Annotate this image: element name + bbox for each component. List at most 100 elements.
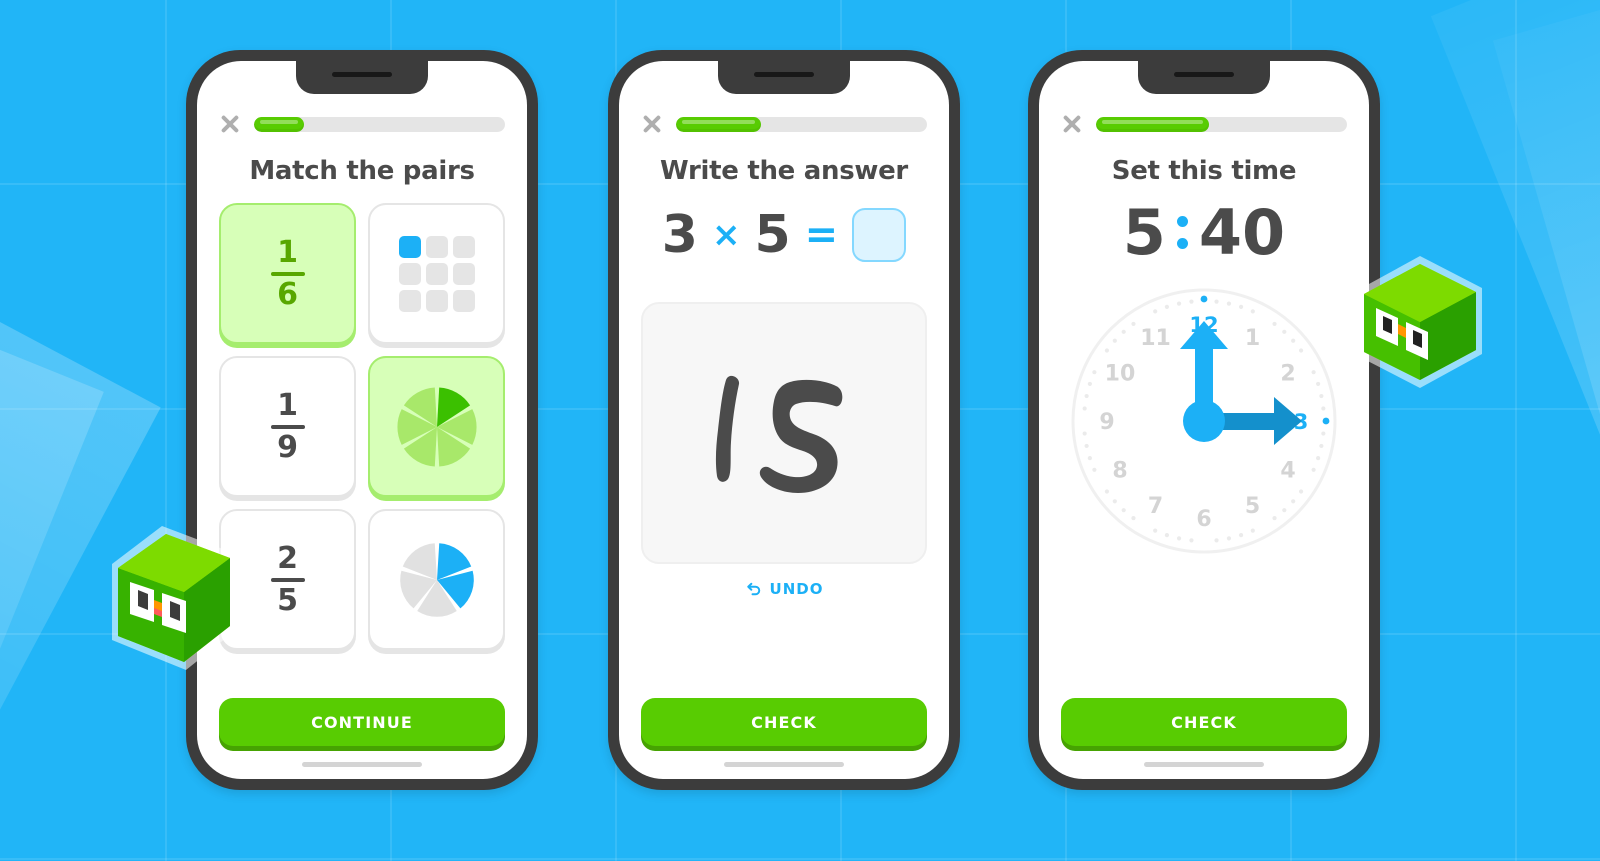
fraction-numerator: 1 (277, 235, 298, 270)
clock-minute-tick (1189, 538, 1194, 543)
clock-number-7[interactable]: 7 (1148, 494, 1163, 519)
duo-mascot-cube-right (1358, 256, 1482, 388)
multiply-icon: × (711, 215, 741, 255)
clock-number-2[interactable]: 2 (1280, 362, 1295, 387)
clock-minute-tick (1272, 516, 1277, 521)
match-card-grid-1-of-9[interactable] (368, 203, 505, 344)
clock-number-5[interactable]: 5 (1245, 494, 1260, 519)
clock-number-8[interactable]: 8 (1112, 459, 1127, 484)
clock-minute-tick (1084, 394, 1089, 399)
phone-notch (1138, 61, 1270, 94)
clock-minute-tick (1282, 508, 1287, 513)
fraction-denominator: 6 (277, 276, 298, 312)
progress-bar-track (676, 116, 927, 132)
clock-minute-tick (1112, 338, 1117, 343)
grid-cell (452, 289, 475, 312)
clock-minute-tick (1321, 431, 1326, 436)
clock-minute-tick (1311, 467, 1316, 473)
clock-minute-tick (1214, 299, 1219, 304)
clock-number-9[interactable]: 9 (1099, 410, 1114, 435)
match-card-fraction-1-9[interactable]: 1 9 (219, 356, 356, 497)
continue-button[interactable]: CONTINUE (219, 698, 505, 746)
notch-speaker (754, 72, 814, 77)
handwritten-answer-15 (715, 375, 843, 493)
clock-minute-tick (1226, 536, 1232, 541)
duo-mascot-cube-left (112, 526, 236, 670)
grid-cell (398, 289, 421, 312)
clock-minute-tick (1321, 406, 1326, 411)
equation-left-operand: 3 (661, 205, 698, 265)
grid-cell (452, 262, 475, 285)
clock-minute-tick (1121, 329, 1126, 335)
clock-minute-tick (1121, 508, 1126, 513)
clock-number-1[interactable]: 1 (1245, 326, 1260, 351)
close-icon[interactable] (641, 113, 663, 135)
clock-minute-tick (1131, 516, 1136, 521)
clock-minute-tick (1087, 381, 1092, 387)
grid-cell (452, 235, 475, 258)
clock-minute-tick (1298, 348, 1304, 353)
answer-input-box[interactable] (852, 208, 907, 262)
grid-cell (425, 235, 448, 258)
clock-number-11[interactable]: 11 (1140, 326, 1171, 351)
equation-row: 3 × 5 = (619, 208, 949, 262)
clock-number-4[interactable]: 4 (1280, 459, 1295, 484)
fraction-numerator: 2 (277, 541, 298, 576)
fraction-display: 2 5 (270, 541, 305, 616)
primary-button-container: CHECK (1039, 698, 1369, 746)
check-button[interactable]: CHECK (641, 698, 927, 746)
match-card-pie-2-of-5[interactable] (368, 509, 505, 650)
undo-icon (746, 582, 760, 596)
undo-button[interactable]: UNDO (619, 580, 949, 598)
clock-minute-tick (1316, 381, 1321, 387)
grid-nine-icon (398, 235, 475, 312)
fraction-numerator: 1 (277, 388, 298, 423)
clock-minute-tick (1319, 443, 1324, 449)
clock-minute-tick (1238, 304, 1244, 310)
clock-minute-tick (1214, 538, 1219, 543)
digital-colon-icon (1168, 216, 1197, 250)
close-icon[interactable] (219, 113, 241, 135)
analog-clock-container[interactable]: 121234567891011 (1039, 287, 1369, 555)
clock-minute-tick (1082, 406, 1087, 411)
clock-minute-tick (1104, 489, 1110, 494)
page-title: Match the pairs (249, 156, 475, 186)
clock-minute-tick (1291, 338, 1296, 343)
clock-minute-tick (1319, 394, 1324, 399)
grid-cell (398, 262, 421, 285)
phone-notch (718, 61, 850, 94)
phone-mockup-set-this-time: Set this time 5 40 121234567891011 (1028, 50, 1380, 790)
screen-write-the-answer: Write the answer 3 × 5 = UNDO CHECK (619, 61, 949, 779)
grid-cell (425, 289, 448, 312)
phone-mockup-write-the-answer: Write the answer 3 × 5 = UNDO CHECK (608, 50, 960, 790)
clock-minute-tick (1176, 301, 1182, 306)
progress-bar-track (254, 116, 505, 132)
check-button[interactable]: CHECK (1061, 698, 1347, 746)
match-card-fraction-1-6[interactable]: 1 6 (219, 203, 356, 344)
clock-minute-tick (1131, 321, 1136, 327)
clock-minute-tick (1226, 301, 1232, 306)
equals-sign: = (804, 212, 839, 258)
clock-minute-tick (1082, 431, 1087, 436)
equation-right-operand: 5 (754, 205, 791, 265)
clock-number-6[interactable]: 6 (1196, 507, 1211, 532)
home-indicator (1144, 762, 1264, 767)
clock-minute-tick (1164, 533, 1170, 538)
clock-number-10[interactable]: 10 (1105, 362, 1136, 387)
clock-minute-tick (1298, 489, 1304, 494)
clock-minute-tick (1291, 499, 1296, 504)
clock-minute-tick (1153, 528, 1158, 533)
notch-speaker (1174, 72, 1234, 77)
clock-minute-tick (1153, 309, 1158, 314)
grid-cell (425, 262, 448, 285)
clock-minute-tick (1164, 304, 1170, 310)
analog-clock[interactable]: 121234567891011 (1070, 287, 1338, 555)
match-card-pie-1-of-6[interactable] (368, 356, 505, 497)
progress-bar-fill (676, 116, 762, 132)
digital-time-display: 5 40 (1039, 200, 1369, 265)
close-icon[interactable] (1061, 113, 1083, 135)
fraction-display: 1 9 (270, 388, 305, 463)
handwriting-canvas[interactable] (641, 302, 927, 564)
pie-chart-five-segments-icon (399, 542, 474, 617)
fraction-bar (270, 271, 305, 276)
